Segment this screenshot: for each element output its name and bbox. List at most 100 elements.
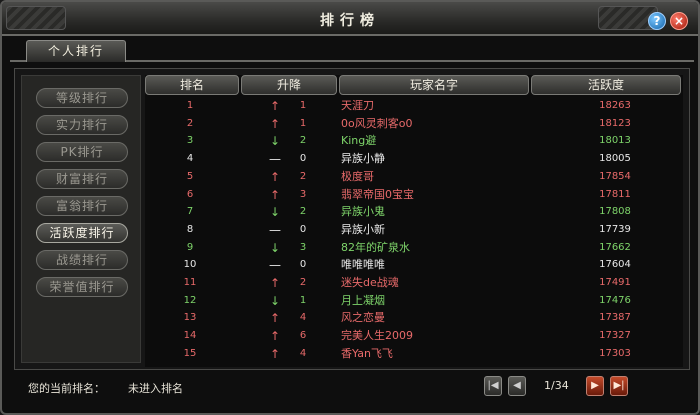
down-arrow-icon: ↓ [269, 293, 281, 308]
player-name-cell: 唯唯唯唯 [341, 258, 385, 272]
title-bar: 排行榜 ? × [2, 2, 698, 36]
table-row[interactable]: 2 ↑ 1 0o风灵刺客o0 18123 [145, 115, 683, 133]
window-title: 排行榜 [320, 13, 380, 29]
table-row[interactable]: 12 ↓ 1 月上凝烟 17476 [145, 292, 683, 310]
table-row[interactable]: 3 ↓ 2 King避 18013 [145, 132, 683, 150]
up-arrow-icon: ↑ [269, 169, 281, 184]
player-name-cell: 天涯刀 [341, 99, 374, 112]
activity-cell: 17327 [599, 330, 631, 342]
down-arrow-icon: ↓ [269, 205, 281, 220]
help-button[interactable]: ? [648, 12, 666, 30]
sidebar-item[interactable]: 财富排行 [36, 169, 128, 189]
sidebar-item[interactable]: 战绩排行 [36, 250, 128, 270]
rank-cell: 4 [186, 153, 194, 165]
rank-cell: 8 [186, 223, 194, 235]
activity-cell: 17808 [599, 206, 631, 218]
first-page-icon: |◀ [487, 380, 499, 391]
move-cell: 0 [299, 223, 307, 235]
sidebar-item[interactable]: PK排行 [36, 142, 128, 162]
current-rank-value: 未进入排名 [128, 382, 183, 395]
player-name-cell: 极度哥 [341, 169, 374, 183]
down-arrow-icon: ↓ [269, 240, 281, 255]
move-cell: 4 [299, 312, 307, 324]
move-cell: 2 [299, 135, 307, 147]
move-cell: 2 [299, 170, 307, 182]
move-cell: 1 [299, 294, 307, 306]
table-row[interactable]: 9 ↓ 3 82年的矿泉水 17662 [145, 239, 683, 257]
player-name-cell: 翡翠帝国0宝宝 [341, 187, 414, 201]
sidebar-item[interactable]: 活跃度排行 [36, 223, 128, 243]
sidebar-item[interactable]: 富翁排行 [36, 196, 128, 216]
rank-cell: 10 [183, 259, 197, 271]
rank-cell: 6 [186, 188, 194, 200]
up-arrow-icon: ↑ [269, 311, 281, 326]
rank-cell: 1 [186, 100, 194, 111]
player-name-cell: 迷失de战魂 [341, 276, 399, 289]
activity-cell: 17662 [599, 241, 631, 253]
player-name-cell: 异族小新 [341, 222, 385, 236]
table-row[interactable]: 14 ↑ 6 完美人生2009 17327 [145, 327, 683, 345]
table-row[interactable]: 5 ↑ 2 极度哥 17854 [145, 168, 683, 186]
activity-cell: 17854 [599, 170, 631, 182]
last-page-button[interactable]: ▶| [610, 376, 628, 396]
sidebar-item[interactable]: 荣誉值排行 [36, 277, 128, 297]
no-change-icon: — [269, 258, 281, 273]
table-row[interactable]: 8 — 0 异族小新 17739 [145, 221, 683, 239]
header-move[interactable]: 升降 [241, 75, 337, 95]
header-activity[interactable]: 活跃度 [531, 75, 681, 95]
last-page-icon: ▶| [613, 380, 625, 391]
activity-cell: 17811 [599, 188, 631, 200]
close-icon: × [673, 14, 685, 28]
activity-cell: 17491 [599, 277, 631, 288]
rank-cell: 11 [183, 277, 197, 288]
first-page-button[interactable]: |◀ [484, 376, 502, 396]
move-cell: 2 [299, 277, 307, 288]
up-arrow-icon: ↑ [269, 276, 281, 290]
table-header: 排名 升降 玩家名字 活跃度 [145, 75, 683, 95]
question-icon: ? [653, 14, 661, 28]
activity-cell: 18005 [599, 153, 631, 165]
table-row[interactable]: 10 — 0 唯唯唯唯 17604 [145, 256, 683, 274]
close-button[interactable]: × [670, 12, 688, 30]
rank-cell: 12 [183, 294, 197, 306]
tab-personal-ranking[interactable]: 个人排行 [26, 40, 126, 62]
no-change-icon: — [269, 222, 281, 237]
move-cell: 0 [299, 153, 307, 165]
page-indicator: 1/34 [544, 379, 569, 392]
header-player-name[interactable]: 玩家名字 [339, 75, 529, 95]
category-sidebar: 等级排行实力排行 PK排行财富排行富翁排行活跃度排行战绩排行荣誉值排行 [21, 75, 141, 363]
next-page-button[interactable]: ▶ [586, 376, 604, 396]
table-row[interactable]: 7 ↓ 2 异族小鬼 17808 [145, 203, 683, 221]
activity-cell: 17739 [599, 223, 631, 235]
ranking-window: 排行榜 ? × 个人排行 等级排行实力排行 PK排行财富排行富翁排行活跃度排行战绩… [0, 0, 700, 415]
next-page-icon: ▶ [591, 380, 599, 391]
activity-cell: 17387 [599, 312, 631, 324]
prev-page-icon: ◀ [513, 380, 521, 391]
prev-page-button[interactable]: ◀ [508, 376, 526, 396]
up-arrow-icon: ↑ [269, 187, 281, 202]
rank-cell: 13 [183, 312, 197, 324]
player-name-cell: 异族小鬼 [341, 205, 385, 219]
move-cell: 3 [299, 241, 307, 253]
player-name-cell: 香Yan飞飞 [341, 346, 393, 360]
player-name-cell: 0o风灵刺客o0 [341, 116, 413, 130]
table-row[interactable]: 15 ↑ 4 香Yan飞飞 17303 [145, 345, 683, 363]
sidebar-item[interactable]: 等级排行 [36, 88, 128, 108]
player-name-cell: 风之恋曼 [341, 311, 385, 325]
move-cell: 0 [299, 259, 307, 271]
table-row[interactable]: 6 ↑ 3 翡翠帝国0宝宝 17811 [145, 186, 683, 204]
activity-cell: 17303 [599, 347, 631, 359]
activity-cell: 17604 [599, 259, 631, 271]
up-arrow-icon: ↑ [269, 116, 281, 131]
header-rank[interactable]: 排名 [145, 75, 239, 95]
table-row[interactable]: 11 ↑ 2 迷失de战魂 17491 [145, 274, 683, 292]
current-rank-label: 您的当前排名： [28, 382, 105, 395]
sidebar-item[interactable]: 实力排行 [36, 115, 128, 135]
table-row[interactable]: 13 ↑ 4 风之恋曼 17387 [145, 309, 683, 327]
table-row[interactable]: 1 ↑ 1 天涯刀 18263 [145, 97, 683, 115]
rank-cell: 3 [186, 135, 194, 147]
rank-cell: 9 [186, 241, 194, 253]
table-row[interactable]: 4 — 0 异族小静 18005 [145, 150, 683, 168]
no-change-icon: — [269, 152, 281, 167]
player-name-cell: 月上凝烟 [341, 293, 385, 307]
